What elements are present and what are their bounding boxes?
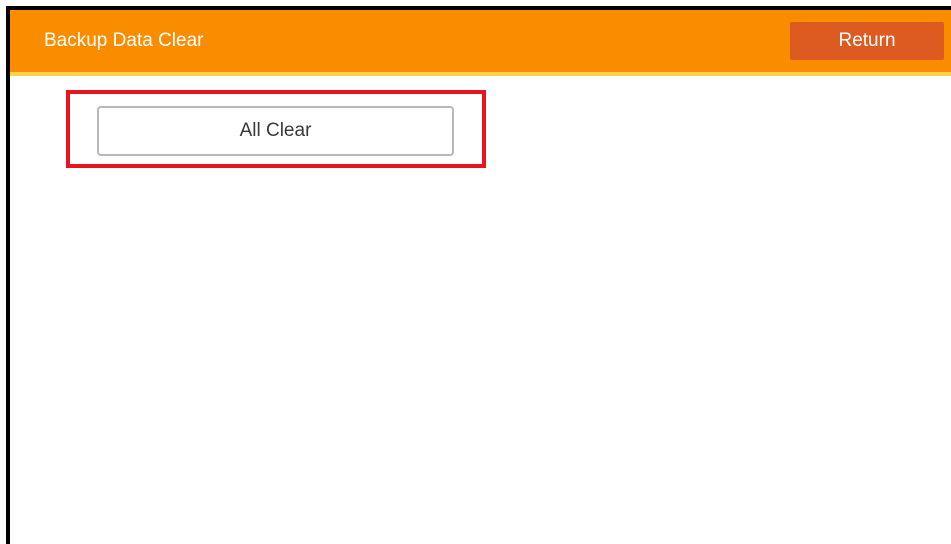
header-bar: Backup Data Clear Return bbox=[10, 10, 951, 76]
return-button[interactable]: Return bbox=[790, 22, 944, 60]
app-screen: Backup Data Clear Return All Clear bbox=[6, 6, 951, 544]
page-title: Backup Data Clear bbox=[44, 30, 204, 51]
all-clear-button[interactable]: All Clear bbox=[97, 106, 454, 156]
